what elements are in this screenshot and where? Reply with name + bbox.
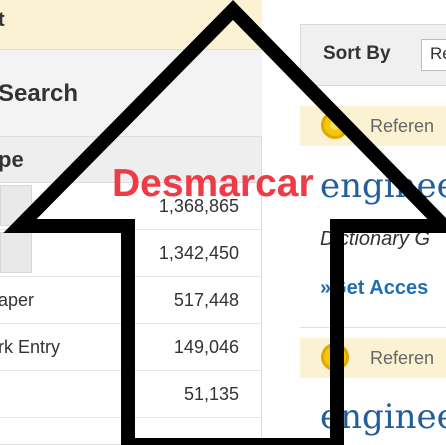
content-type-count: 517,448 [173, 290, 239, 310]
content-type-label: aper [0, 290, 35, 310]
result-reference-header: Referen [300, 338, 446, 378]
result-divider [300, 327, 446, 328]
page: t Search pe 1,368,865 1,342,450 aper 517… [0, 0, 446, 445]
content-type-count: 51,135 [183, 384, 239, 404]
results-column: Sort By Re Referen enginee Dictionary G … [262, 0, 446, 445]
content-type-row[interactable]: 51,135 [0, 371, 261, 418]
content-type-label: rk Entry [0, 337, 61, 357]
sort-bar: Sort By Re [300, 24, 446, 86]
content-type-row[interactable]: 1,342,450 [0, 230, 261, 277]
content-type-row[interactable]: rk Entry 149,046 [0, 324, 261, 371]
content-type-count: 149,046 [173, 337, 239, 357]
content-type-header-label: pe [0, 147, 24, 172]
reference-icon [321, 111, 349, 139]
result-reference-header: Referen [300, 106, 446, 146]
refine-header: t [0, 0, 262, 50]
reference-label: Referen [370, 116, 435, 136]
result-title-link[interactable]: enginee [320, 397, 446, 437]
content-type-count: 1,342,450 [158, 243, 239, 263]
result-subtitle: Dictionary G [320, 228, 431, 250]
refine-header-label: t [0, 9, 5, 31]
desmarcar-label[interactable]: Desmarcar [112, 164, 314, 203]
row-checkbox[interactable] [0, 185, 32, 226]
reference-icon [321, 343, 349, 371]
result-title-link[interactable]: enginee [320, 166, 446, 206]
refine-sidebar: t Search pe 1,368,865 1,342,450 aper 517… [0, 0, 262, 445]
sort-select[interactable]: Re [421, 39, 446, 71]
reference-label: Referen [370, 348, 435, 368]
sort-label: Sort By [323, 43, 391, 64]
content-type-row[interactable]: aper 517,448 [0, 277, 261, 324]
get-access-link[interactable]: »Get Acces [320, 277, 428, 300]
search-heading: Search [0, 80, 79, 107]
row-checkbox[interactable] [0, 232, 32, 273]
